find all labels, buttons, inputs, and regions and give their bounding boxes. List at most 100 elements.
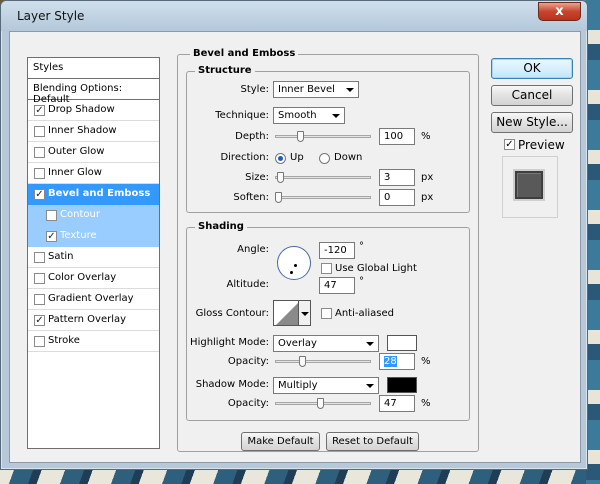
style-item-bevel-emboss[interactable]: ✓ Bevel and Emboss	[28, 184, 159, 205]
style-item-satin[interactable]: Satin	[28, 247, 159, 268]
style-item-label: Contour	[60, 209, 100, 220]
shadow-mode-label: Shadow Mode:	[195, 379, 269, 390]
shadow-opacity-input[interactable]: 47	[379, 395, 415, 412]
highlight-mode-dropdown[interactable]: Overlay	[273, 335, 379, 352]
gradient-overlay-checkbox[interactable]	[34, 294, 45, 305]
angle-unit: °	[359, 241, 364, 252]
bevel-emboss-checkbox[interactable]: ✓	[34, 189, 45, 200]
depth-unit: %	[421, 131, 431, 142]
style-item-drop-shadow[interactable]: ✓ Drop Shadow	[28, 100, 159, 121]
highlight-opacity-slider[interactable]	[275, 360, 371, 363]
window-title: Layer Style	[17, 9, 85, 23]
angle-dial-center	[294, 264, 297, 267]
inner-shadow-checkbox[interactable]	[34, 126, 45, 137]
angle-label: Angle:	[237, 244, 269, 255]
close-button[interactable]: x	[538, 2, 581, 21]
size-slider-thumb[interactable]	[277, 172, 284, 183]
gloss-contour-swatch[interactable]	[273, 300, 299, 326]
chevron-down-icon	[366, 342, 374, 346]
style-item-texture[interactable]: ✓ Texture	[28, 226, 159, 247]
shadow-color-swatch[interactable]	[387, 377, 417, 393]
soften-slider-thumb[interactable]	[275, 192, 282, 203]
cancel-button[interactable]: Cancel	[491, 85, 573, 106]
style-item-color-overlay[interactable]: Color Overlay	[28, 268, 159, 289]
size-input[interactable]: 3	[379, 169, 415, 186]
style-item-label: Satin	[48, 251, 74, 262]
styles-list: Styles Blending Options: Default ✓ Drop …	[27, 57, 160, 449]
reset-default-button[interactable]: Reset to Default	[326, 432, 419, 451]
style-label: Style:	[240, 84, 270, 95]
shadow-mode-value: Multiply	[278, 380, 318, 391]
direction-down-radio[interactable]	[319, 153, 330, 164]
soften-input[interactable]: 0	[379, 189, 415, 206]
style-item-label: Outer Glow	[48, 146, 105, 157]
highlight-opacity-unit: %	[421, 356, 431, 367]
contour-checkbox[interactable]	[46, 210, 57, 221]
highlight-opacity-thumb[interactable]	[299, 356, 306, 367]
chevron-down-icon	[301, 312, 309, 316]
title-bar[interactable]: Layer Style x	[1, 1, 587, 31]
style-item-gradient-overlay[interactable]: Gradient Overlay	[28, 289, 159, 310]
direction-label: Direction:	[220, 152, 269, 163]
shadow-mode-dropdown[interactable]: Multiply	[273, 377, 379, 394]
chevron-down-icon	[366, 384, 374, 388]
technique-dropdown[interactable]: Smooth	[273, 107, 345, 124]
style-item-stroke[interactable]: Stroke	[28, 331, 159, 352]
shadow-opacity-thumb[interactable]	[317, 398, 324, 409]
contour-curve-icon	[276, 303, 298, 325]
styles-header[interactable]: Styles	[28, 58, 159, 79]
angle-dial-pointer	[290, 271, 293, 274]
blending-options-item[interactable]: Blending Options: Default	[28, 79, 159, 105]
style-dropdown[interactable]: Inner Bevel	[273, 81, 359, 98]
style-item-label: Color Overlay	[48, 272, 117, 283]
global-light-checkbox[interactable]	[321, 263, 332, 274]
drop-shadow-checkbox[interactable]: ✓	[34, 105, 45, 116]
highlight-color-swatch[interactable]	[387, 335, 417, 351]
soften-slider[interactable]	[275, 196, 371, 199]
texture-checkbox[interactable]: ✓	[46, 231, 57, 242]
altitude-input[interactable]: 47	[319, 277, 355, 294]
stroke-checkbox[interactable]	[34, 336, 45, 347]
angle-dial[interactable]	[277, 246, 311, 280]
depth-slider-thumb[interactable]	[297, 131, 304, 142]
style-item-label: Inner Shadow	[48, 125, 117, 136]
gloss-contour-dropdown[interactable]	[299, 300, 311, 326]
style-item-contour[interactable]: Contour	[28, 205, 159, 226]
preview-checkbox[interactable]: ✓	[504, 139, 515, 150]
soften-label: Soften:	[233, 192, 269, 203]
style-item-outer-glow[interactable]: Outer Glow	[28, 142, 159, 163]
color-overlay-checkbox[interactable]	[34, 273, 45, 284]
new-style-button[interactable]: New Style...	[491, 112, 573, 133]
style-item-label: Bevel and Emboss	[48, 188, 151, 199]
preview-label: Preview	[518, 138, 565, 152]
inner-glow-checkbox[interactable]	[34, 168, 45, 179]
antialiased-checkbox[interactable]	[321, 308, 332, 319]
outer-glow-checkbox[interactable]	[34, 147, 45, 158]
global-light-label: Use Global Light	[335, 263, 417, 274]
make-default-button[interactable]: Make Default	[241, 432, 320, 451]
style-item-pattern-overlay[interactable]: ✓ Pattern Overlay	[28, 310, 159, 331]
bevel-emboss-title: Bevel and Emboss	[190, 48, 299, 59]
angle-input[interactable]: -120	[319, 242, 355, 259]
satin-checkbox[interactable]	[34, 252, 45, 263]
highlight-opacity-input[interactable]: 28	[379, 353, 415, 370]
style-item-inner-glow[interactable]: Inner Glow	[28, 163, 159, 184]
soften-unit: px	[421, 192, 434, 203]
style-dropdown-value: Inner Bevel	[278, 84, 335, 95]
shading-title: Shading	[195, 221, 247, 232]
ok-button[interactable]: OK	[491, 58, 573, 79]
direction-up-radio[interactable]	[275, 153, 286, 164]
close-icon: x	[555, 4, 564, 19]
shadow-opacity-label: Opacity:	[227, 398, 269, 409]
depth-input[interactable]: 100	[379, 128, 415, 145]
pattern-overlay-checkbox[interactable]: ✓	[34, 315, 45, 326]
depth-slider[interactable]	[275, 135, 371, 138]
chevron-down-icon	[346, 88, 354, 92]
size-slider[interactable]	[275, 176, 371, 179]
direction-down-label: Down	[334, 152, 363, 163]
style-item-label: Pattern Overlay	[48, 314, 127, 325]
style-item-label: Gradient Overlay	[48, 293, 134, 304]
style-item-label: Stroke	[48, 335, 80, 346]
style-item-inner-shadow[interactable]: Inner Shadow	[28, 121, 159, 142]
size-unit: px	[421, 172, 434, 183]
